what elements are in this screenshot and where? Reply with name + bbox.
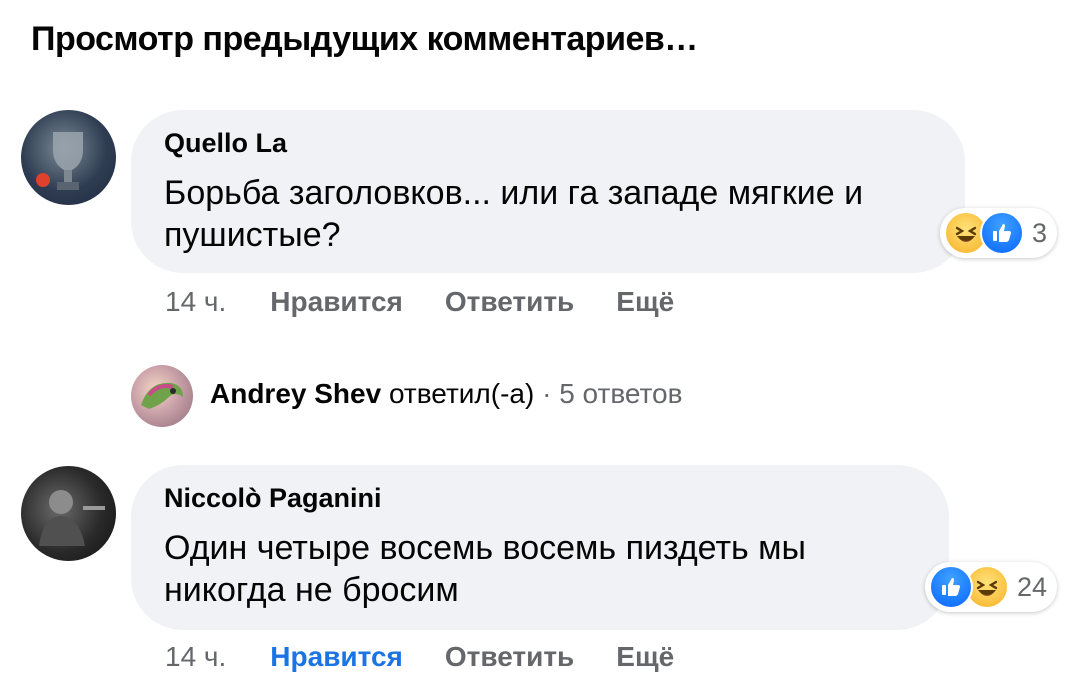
more-button[interactable]: Ещё [616,286,674,318]
replies-summary-link[interactable]: Andrey Shev ответил(-а) · 5 ответов [210,378,682,410]
like-icon [929,565,973,609]
reaction-count: 3 [1032,217,1048,248]
avatar[interactable] [21,110,116,205]
comment-text: Борьба заголовков... или га западе мягки… [164,174,864,254]
like-button[interactable]: Нравится [270,641,403,673]
chameleon-icon [141,382,183,409]
reactions-summary[interactable]: 24 [925,562,1058,612]
comment-text: Один четыре восемь восемь пиздеть мы ник… [164,529,806,609]
reply-count: 5 ответов [559,378,683,409]
more-button[interactable]: Ещё [616,641,674,673]
comment-bubble: Niccolò Paganini Один четыре восемь восе… [131,465,949,630]
like-icon [980,211,1024,255]
reply-avatar[interactable] [131,365,193,427]
portrait-icon [39,490,105,546]
trophy-icon [36,132,83,190]
like-button[interactable]: Нравится [270,286,403,318]
reply-button[interactable]: Ответить [445,286,574,318]
comment-author[interactable]: Quello La [164,128,287,159]
comment-bubble: Quello La Борьба заголовков... или га за… [131,110,965,273]
view-previous-comments-link[interactable]: Просмотр предыдущих комментариев… [31,20,698,59]
comment-actions: 14 ч. Нравится Ответить Ещё [165,286,716,318]
comment-timestamp[interactable]: 14 ч. [165,641,226,673]
reaction-count: 24 [1017,571,1048,602]
avatar[interactable] [21,466,116,561]
separator-dot: · [542,378,552,409]
comment-timestamp[interactable]: 14 ч. [165,286,226,318]
reactions-summary[interactable]: 3 [940,208,1058,258]
reply-button[interactable]: Ответить [445,641,574,673]
comment-actions: 14 ч. Нравится Ответить Ещё [165,641,716,673]
comment-author[interactable]: Niccolò Paganini [164,483,382,514]
reply-verb: ответил(-а) [388,378,535,409]
reply-author: Andrey Shev [210,378,382,409]
